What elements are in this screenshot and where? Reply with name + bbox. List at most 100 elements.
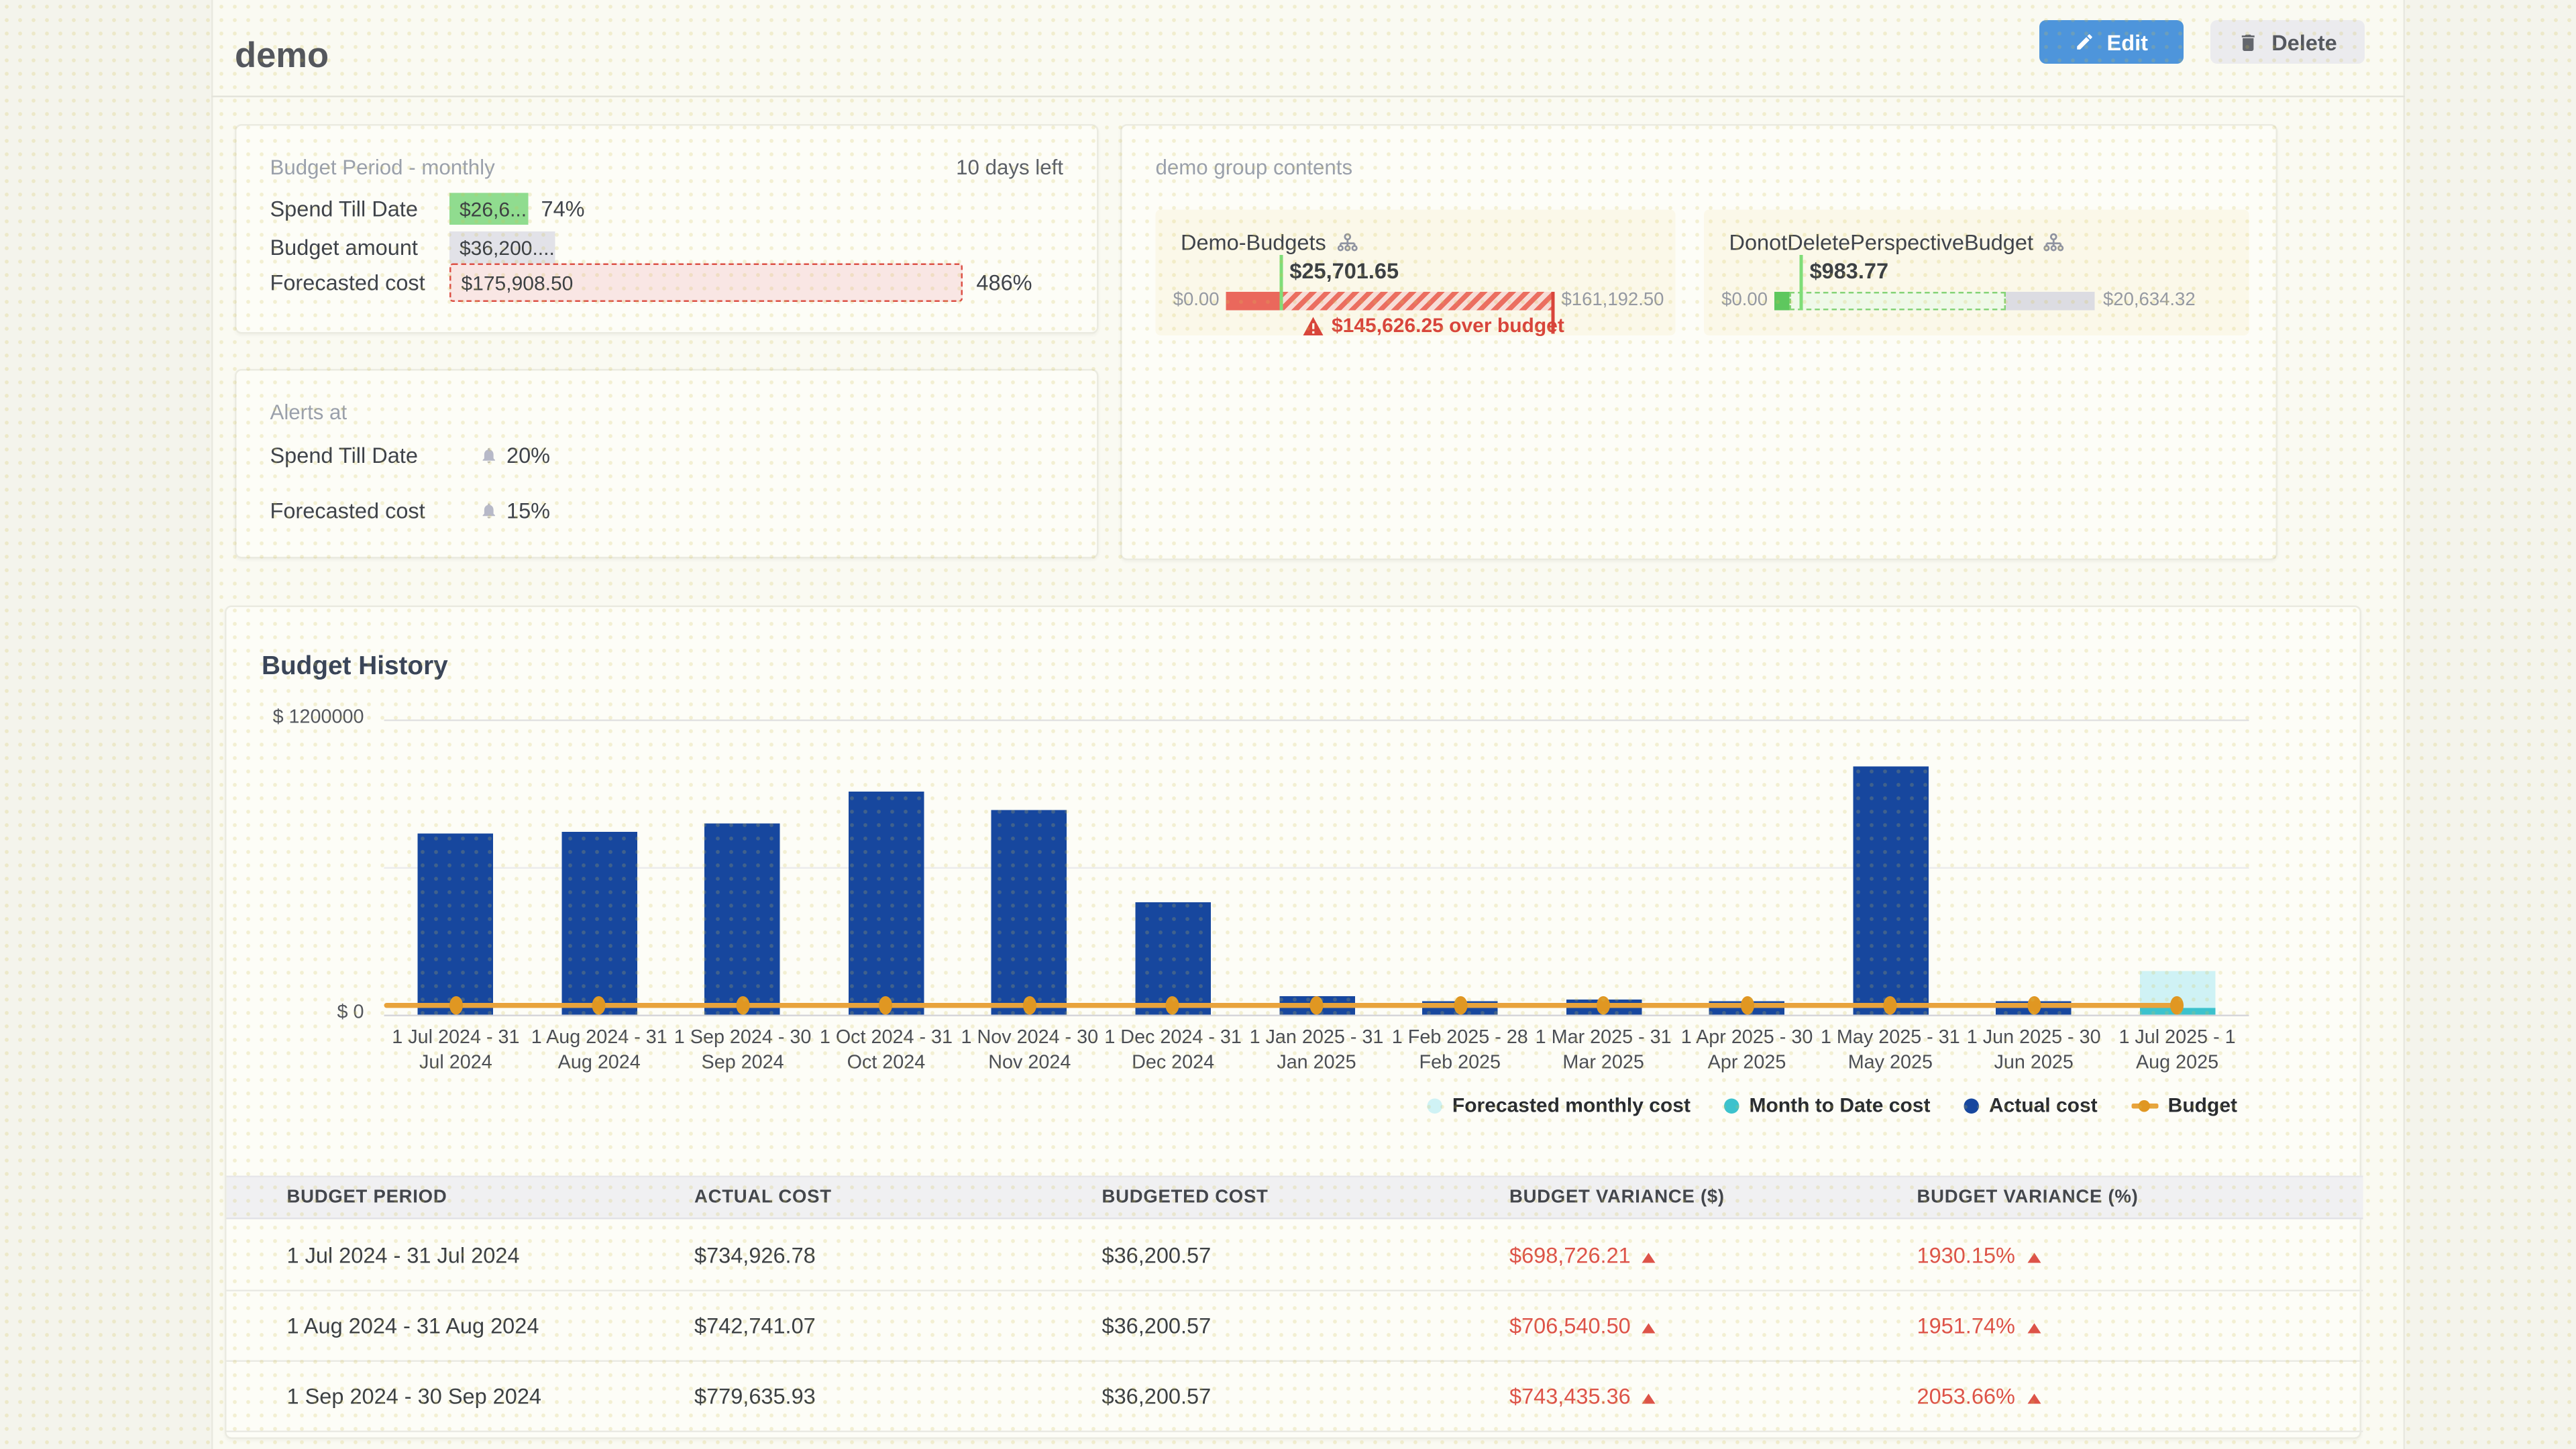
days-left-label: 10 days left — [956, 156, 1063, 180]
variance-up-triangle-icon — [2027, 1253, 2040, 1263]
budget-history-card: Budget History Forecasted monthly costMo… — [225, 606, 2361, 1440]
legend-label: Budget — [2168, 1093, 2237, 1117]
alert-row: Spend Till Date20% — [270, 441, 551, 468]
legend-color-dot — [1427, 1097, 1442, 1113]
chart-x-tick-label: 1 Apr 2025 - 30Apr 2025 — [1670, 1026, 1824, 1077]
chart-x-tick-label: 1 Feb 2025 - 28Feb 2025 — [1383, 1026, 1537, 1077]
table-cell: $36,200.57 — [1042, 1221, 1450, 1290]
table-header-cell: BUDGETED COST — [1042, 1177, 1450, 1218]
chart-x-tick-label: 1 Jan 2025 - 31Jan 2025 — [1240, 1026, 1394, 1077]
group-budget-bar-segment-striped-red — [1281, 292, 1553, 311]
actual-cost-bar — [418, 834, 494, 1014]
table-cell: $734,926.78 — [634, 1221, 1042, 1290]
group-budget-tile: DonotDeletePerspectiveBudget$983.77 $0.00… — [1704, 210, 2249, 336]
actual-cost-bar — [992, 810, 1068, 1015]
table-header-cell: ACTUAL COST — [634, 1177, 1042, 1218]
group-budget-bar — [1774, 292, 2095, 311]
budget-table-header: BUDGET PERIODACTUAL COSTBUDGETED COSTBUD… — [227, 1176, 2363, 1220]
alert-row-label: Forecasted cost — [270, 497, 480, 523]
group-budget-amount: $25,701.65 — [1289, 258, 1399, 284]
topbar-divider — [211, 96, 2405, 98]
legend-item-actual-cost[interactable]: Actual cost — [1964, 1093, 2097, 1117]
group-contents-card-title: demo group contents — [1156, 156, 1353, 180]
budget-amount-tick — [1800, 255, 1803, 311]
legend-label: Actual cost — [1989, 1093, 2098, 1117]
legend-item-budget[interactable]: Budget — [2131, 1093, 2237, 1117]
chart-x-tick-label: 1 Oct 2024 - 31Oct 2024 — [809, 1026, 963, 1077]
alert-row: Forecasted cost 15% — [270, 496, 551, 523]
variance-up-triangle-icon — [1642, 1324, 1656, 1334]
chart-x-tick-label: 1 Sep 2024 - 30Sep 2024 — [665, 1026, 820, 1077]
budget-amount-tick — [1279, 255, 1283, 311]
delete-button[interactable]: Delete — [2210, 20, 2365, 64]
budget-period-row-label: Spend Till Date — [270, 197, 450, 222]
alert-threshold: 20% — [480, 442, 550, 468]
table-row: 1 Aug 2024 - 31 Aug 2024$742,741.07$36,2… — [227, 1291, 2363, 1362]
table-cell: $742,741.07 — [634, 1291, 1042, 1360]
budget-period-value: $26,6... — [460, 197, 527, 221]
actual-cost-bar — [1853, 766, 1929, 1015]
chart-x-tick-label: 1 Dec 2024 - 31Dec 2024 — [1096, 1026, 1250, 1077]
legend-color-dot — [1724, 1097, 1739, 1113]
group-budget-zero-label: $0.00 — [1704, 292, 1768, 311]
group-contents-card: demo group contents Demo-Budgets$25,701.… — [1120, 124, 2277, 560]
group-budget-amount: $983.77 — [1810, 258, 1889, 284]
org-hierarchy-icon[interactable] — [2043, 232, 2065, 252]
alert-threshold-value: 20% — [506, 442, 550, 468]
edit-button-label: Edit — [2107, 30, 2148, 55]
group-budget-bar-segment-forecast-green — [1790, 292, 2005, 311]
group-budget-bar-segment-solid-red — [1226, 292, 1281, 311]
edit-button[interactable]: Edit — [2039, 20, 2184, 64]
budget-period-value: $36,200.... — [460, 235, 555, 259]
delete-button-label: Delete — [2271, 30, 2337, 55]
legend-item-month-to-date-cost[interactable]: Month to Date cost — [1724, 1093, 1931, 1117]
budget-period-value-chip: $175,908.50 — [449, 264, 963, 303]
alert-threshold: 15% — [480, 497, 550, 523]
actual-cost-bar — [561, 832, 637, 1014]
group-budget-tile: Demo-Budgets$25,701.65$0.00$161,192.50$1… — [1156, 210, 1676, 336]
actual-cost-bar — [705, 823, 781, 1015]
table-cell: 1 Sep 2024 - 30 Sep 2024 — [227, 1362, 635, 1431]
budget-period-value-chip: $36,200.... — [449, 231, 555, 264]
budget-period-row: Budget amount$36,200.... — [270, 231, 1074, 264]
org-hierarchy-icon[interactable] — [1336, 232, 1358, 252]
chart-legend: Forecasted monthly cost Month to Date cos… — [1427, 1093, 2237, 1117]
group-budget-name: Demo-Budgets — [1181, 230, 1358, 256]
variance-up-triangle-icon — [2027, 1394, 2040, 1404]
chart-x-tick-label: 1 Aug 2024 - 31Aug 2024 — [522, 1026, 676, 1077]
table-row: 1 Jul 2024 - 31 Jul 2024$734,926.78$36,2… — [227, 1221, 2363, 1291]
budget-line-marker — [2027, 996, 2041, 1015]
group-budget-bar — [1226, 292, 1554, 311]
table-cell: 1951.74% — [1857, 1291, 2363, 1360]
budget-period-card: Budget Period - monthly 10 days left Spe… — [235, 124, 1099, 334]
group-budget-name: DonotDeletePerspectiveBudget — [1729, 230, 2065, 256]
variance-up-triangle-icon — [1642, 1394, 1656, 1404]
alerts-card-title: Alerts at — [270, 401, 347, 425]
variance-up-triangle-icon — [2027, 1324, 2040, 1334]
budget-table: 1 Jul 2024 - 31 Jul 2024$734,926.78$36,2… — [227, 1221, 2363, 1432]
budget-line-marker — [449, 996, 462, 1015]
group-budget-zero-label: $0.00 — [1156, 292, 1220, 311]
group-budget-max-label: $161,192.50 — [1562, 292, 1664, 311]
group-budget-bar-segment-remaining-gray — [2005, 292, 2095, 311]
budget-period-row: Forecasted cost$175,908.50486% — [270, 264, 1074, 303]
page-title: demo — [235, 37, 329, 77]
budget-detail-page: demo Edit Delete Budget Period - monthly… — [0, 0, 2576, 1449]
chart-y-tick-label: $ 1200000 — [227, 708, 364, 728]
chart-x-tick-label: 1 Nov 2024 - 30Nov 2024 — [953, 1026, 1107, 1077]
group-budget-name-text: DonotDeletePerspectiveBudget — [1729, 230, 2033, 256]
table-cell: $779,635.93 — [634, 1362, 1042, 1431]
alerts-card: Alerts at Spend Till Date20% Forecasted c… — [235, 369, 1099, 559]
legend-label: Forecasted monthly cost — [1452, 1093, 1690, 1117]
chart-x-tick-label: 1 Jun 2025 - 30Jun 2025 — [1957, 1026, 2111, 1077]
group-budget-max-label: $20,634.32 — [2103, 292, 2196, 311]
legend-item-forecasted-monthly-cost[interactable]: Forecasted monthly cost — [1427, 1093, 1690, 1117]
chart-x-tick-label: 1 Mar 2025 - 31Mar 2025 — [1526, 1026, 1680, 1077]
table-cell: 1 Jul 2024 - 31 Jul 2024 — [227, 1221, 635, 1290]
chart-x-tick-label: 1 Jul 2025 - 1Aug 2025 — [2100, 1026, 2255, 1077]
table-cell: 1930.15% — [1857, 1221, 2363, 1290]
budget-period-row: Spend Till Date$26,6...74% — [270, 193, 1074, 225]
alert-threshold-value: 15% — [506, 497, 550, 523]
table-cell: $698,726.21 — [1449, 1221, 1857, 1290]
budget-period-card-title: Budget Period - monthly — [270, 156, 495, 180]
